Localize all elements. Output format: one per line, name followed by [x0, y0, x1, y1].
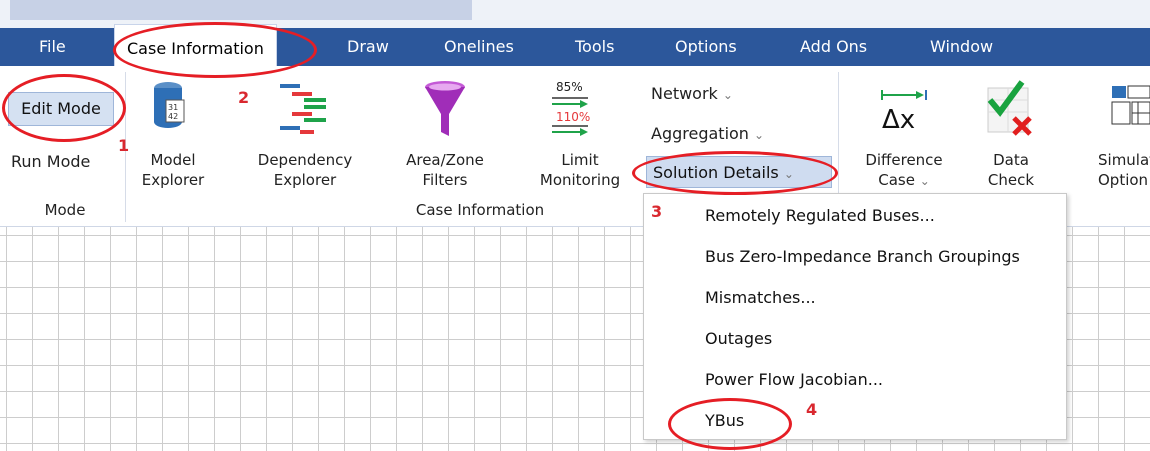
- limit-monitoring-label[interactable]: Limit Monitoring: [530, 150, 630, 190]
- svg-text:Δx: Δx: [882, 105, 915, 135]
- annotation-circle: [632, 151, 838, 195]
- menu-item-bus-zero-impedance-groupings[interactable]: Bus Zero-Impedance Branch Groupings: [705, 247, 1020, 266]
- data-check-label[interactable]: Data Check: [975, 150, 1047, 190]
- menu-item-mismatches[interactable]: Mismatches...: [705, 288, 816, 307]
- svg-text:42: 42: [168, 112, 178, 121]
- data-check-icon[interactable]: [984, 80, 1036, 140]
- tab-window[interactable]: Window: [930, 28, 993, 66]
- case-information-group-label: Case Information: [415, 201, 545, 219]
- model-explorer-label[interactable]: Model Explorer: [138, 150, 208, 190]
- simulator-options-label[interactable]: SimulatoOption: [1098, 150, 1150, 190]
- annotation-number: 4: [806, 400, 818, 419]
- annotation-number: 2: [238, 88, 250, 107]
- limit-icon-top-text: 85%: [556, 80, 583, 94]
- dependency-explorer-icon[interactable]: [278, 80, 330, 136]
- annotation-number: 3: [651, 202, 663, 221]
- chevron-down-icon: ⌄: [919, 174, 930, 188]
- tab-tools[interactable]: Tools: [575, 28, 614, 66]
- tab-file[interactable]: File: [39, 28, 66, 66]
- simulator-options-icon[interactable]: [1110, 80, 1150, 136]
- menu-item-outages[interactable]: Outages: [705, 329, 772, 348]
- tab-draw[interactable]: Draw: [347, 28, 389, 66]
- annotation-circle: [668, 398, 792, 450]
- chevron-down-icon: ⌄: [722, 88, 733, 102]
- annotation-circle: [2, 74, 126, 142]
- dependency-explorer-label[interactable]: Dependency Explorer: [245, 150, 365, 190]
- funnel-icon[interactable]: [422, 80, 468, 138]
- annotation-number: 1: [118, 136, 130, 155]
- difference-case-icon[interactable]: Δx: [876, 82, 932, 138]
- area-zone-filters-label[interactable]: Area/Zone Filters: [400, 150, 490, 190]
- chevron-down-icon: ⌄: [754, 128, 765, 142]
- model-explorer-icon[interactable]: 31 42: [152, 80, 188, 140]
- menu-item-remotely-regulated-buses[interactable]: Remotely Regulated Buses...: [705, 206, 935, 225]
- annotation-circle: [113, 22, 317, 78]
- tab-add-ons[interactable]: Add Ons: [800, 28, 867, 66]
- title-area: [10, 0, 472, 20]
- svg-text:31: 31: [168, 103, 178, 112]
- menu-item-power-flow-jacobian[interactable]: Power Flow Jacobian...: [705, 370, 883, 389]
- difference-case-label[interactable]: Difference Case ⌄: [852, 150, 956, 191]
- limit-monitoring-icon[interactable]: 85% 110%: [548, 80, 596, 138]
- mode-group-label: Mode: [44, 201, 86, 219]
- tab-options[interactable]: Options: [675, 28, 737, 66]
- aggregation-dropdown[interactable]: Aggregation ⌄: [651, 124, 764, 143]
- tab-onelines[interactable]: Onelines: [444, 28, 514, 66]
- run-mode-button[interactable]: Run Mode: [11, 152, 90, 171]
- network-dropdown[interactable]: Network ⌄: [651, 84, 733, 103]
- limit-icon-bottom-text: 110%: [556, 110, 591, 124]
